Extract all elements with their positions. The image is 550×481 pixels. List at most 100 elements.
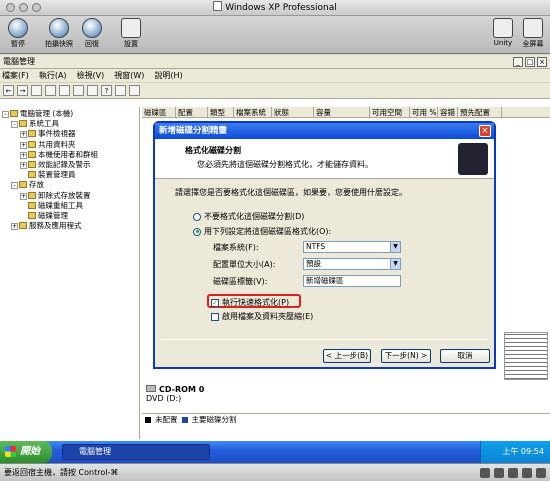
tree-item[interactable]: - 存放 — [0, 180, 139, 190]
taskbar-item[interactable]: 電腦管理 — [62, 444, 210, 460]
compress-checkbox[interactable]: 啟用檔案及資料夾壓縮(E) — [211, 311, 313, 322]
expand-icon[interactable]: + — [20, 131, 27, 139]
cancel-button[interactable]: 取消 — [440, 349, 490, 363]
folder-icon — [19, 222, 27, 230]
tree-item[interactable]: - 電腦管理 (本機) — [0, 109, 139, 119]
up-icon[interactable] — [31, 85, 42, 96]
tree-label: 效能記錄及警示 — [38, 159, 91, 169]
info-icon[interactable] — [536, 468, 546, 478]
tree-item[interactable]: 裝置管理員 — [0, 170, 139, 180]
column-header-cell[interactable]: 類型 — [208, 107, 234, 117]
xp-titlebar: 電腦管理 _ □ × — [0, 55, 550, 69]
expand-icon[interactable]: + — [20, 192, 27, 200]
network-icon[interactable] — [494, 468, 504, 478]
dialog-close-button[interactable]: × — [479, 125, 491, 137]
radio-no-format-control[interactable] — [193, 212, 201, 221]
chevron-down-icon[interactable]: ▼ — [390, 242, 400, 252]
tree-item[interactable]: + 本機使用者和群組 — [0, 150, 139, 160]
column-header-cell[interactable]: 磁碟區 — [142, 107, 176, 117]
minimize-button[interactable]: _ — [513, 56, 523, 67]
tree-item[interactable]: + 共用資料夾 — [0, 140, 139, 150]
zoom-light[interactable] — [32, 3, 41, 12]
expand-icon[interactable]: + — [11, 223, 18, 231]
vol-input[interactable]: 新增磁碟區 — [303, 275, 401, 287]
alloc-label: 配置單位大小(A): — [213, 260, 276, 269]
export-icon[interactable] — [73, 85, 84, 96]
tree-item[interactable]: + 效能記錄及警示 — [0, 160, 139, 170]
column-header-cell[interactable]: 容量 — [314, 107, 370, 117]
fullscreen-button[interactable]: 全屏幕 — [518, 18, 548, 49]
legend-primary: 主要磁碟分割 — [191, 415, 237, 424]
close-button[interactable]: × — [537, 56, 547, 67]
folder-icon — [28, 211, 36, 219]
revert-button[interactable]: 回復 — [77, 18, 107, 49]
system-tray: 上午 09:54 — [480, 441, 550, 463]
maximize-button[interactable]: □ — [525, 56, 535, 67]
expand-icon[interactable]: + — [20, 161, 27, 169]
tree-label: 存放 — [29, 180, 44, 190]
tree-item[interactable]: + 事件檢視器 — [0, 129, 139, 139]
column-header-cell[interactable]: 狀態 — [272, 107, 314, 117]
tree-item[interactable]: + 服務及應用程式 — [0, 221, 139, 231]
start-button[interactable]: 開始 — [0, 441, 52, 463]
tree-item[interactable]: - 系統工具 — [0, 119, 139, 129]
radio-format-control[interactable] — [193, 227, 201, 236]
tree-item[interactable]: 磁碟重組工具 — [0, 201, 139, 211]
volume-icon[interactable] — [480, 468, 490, 478]
radio-format[interactable]: 用下列設定將這個磁碟區格式化(O): — [193, 226, 331, 237]
menu-item[interactable]: 檢視(V) — [77, 70, 105, 81]
expand-icon[interactable]: + — [20, 141, 27, 149]
close-light[interactable] — [6, 3, 15, 12]
collapse-icon[interactable]: - — [2, 111, 9, 118]
menu-item[interactable]: 檔案(F) — [2, 70, 29, 81]
header-subtitle: 您必須先將這個磁碟分割格式化，才能儲存資料。 — [197, 160, 373, 169]
quick-format-checkbox[interactable]: ✓ 執行快速格式化(P) — [211, 297, 289, 308]
back-button[interactable]: < 上一步(B) — [323, 349, 371, 363]
tree-item[interactable]: + 卸除式存放裝置 — [0, 191, 139, 201]
column-header-cell[interactable]: 預先配置 — [458, 107, 502, 117]
help-icon[interactable]: ? — [101, 85, 112, 96]
usb-icon[interactable] — [508, 468, 518, 478]
folder-icon — [28, 191, 36, 199]
list-icon[interactable] — [129, 85, 140, 96]
column-header-cell[interactable]: 容錯 — [438, 107, 458, 117]
menu-item[interactable]: 視窗(W) — [114, 70, 144, 81]
back-icon[interactable]: ← — [3, 85, 14, 96]
minimize-light[interactable] — [19, 3, 28, 12]
partition-block — [504, 332, 548, 380]
column-header-cell[interactable]: 可用 % — [410, 107, 438, 117]
settings-button[interactable]: 設置 — [116, 18, 146, 49]
alloc-select[interactable]: 預設 ▼ — [303, 258, 401, 270]
unity-button[interactable]: Unity — [488, 18, 518, 47]
disk-row[interactable]: CD-ROM 0 DVD (D:) — [146, 385, 546, 407]
xp-window-title: 電腦管理 — [3, 57, 35, 66]
menu-item[interactable]: 說明(H) — [154, 70, 182, 81]
pause-button[interactable]: 暫停 — [3, 18, 33, 49]
collapse-icon[interactable]: - — [11, 121, 18, 129]
check-icon[interactable]: ✓ — [211, 298, 219, 307]
next-button[interactable]: 下一步(N) > — [381, 349, 431, 363]
disk-icon[interactable] — [115, 85, 126, 96]
legend-unallocated: 未配置 — [155, 415, 178, 424]
refresh-icon[interactable] — [59, 85, 70, 96]
window-controls[interactable] — [6, 3, 41, 12]
compress-check-box[interactable] — [211, 312, 219, 321]
menu-item[interactable]: 執行(A) — [39, 70, 67, 81]
status-text: 要返回宿主機，請按 Control-⌘ — [4, 468, 119, 477]
properties-icon[interactable] — [87, 85, 98, 96]
radio-no-format[interactable]: 不要格式化這個磁碟分割(D) — [193, 211, 304, 222]
show-tree-icon[interactable] — [45, 85, 56, 96]
unity-icon — [493, 18, 513, 38]
tree-item[interactable]: 磁碟管理 — [0, 211, 139, 221]
expand-icon[interactable]: + — [20, 151, 27, 159]
collapse-icon[interactable]: - — [11, 182, 18, 190]
chevron-down-icon[interactable]: ▼ — [390, 259, 400, 269]
cd-icon[interactable] — [522, 468, 532, 478]
column-header-cell[interactable]: 檔案系統 — [234, 107, 272, 117]
snapshot-button[interactable]: 拍攝快照 — [44, 18, 74, 49]
column-header-cell[interactable]: 可用空間 — [370, 107, 410, 117]
column-header-cell[interactable]: 配置 — [176, 107, 208, 117]
forward-icon[interactable]: → — [17, 85, 28, 96]
fs-select[interactable]: NTFS ▼ — [303, 241, 401, 253]
folder-icon — [28, 201, 36, 209]
